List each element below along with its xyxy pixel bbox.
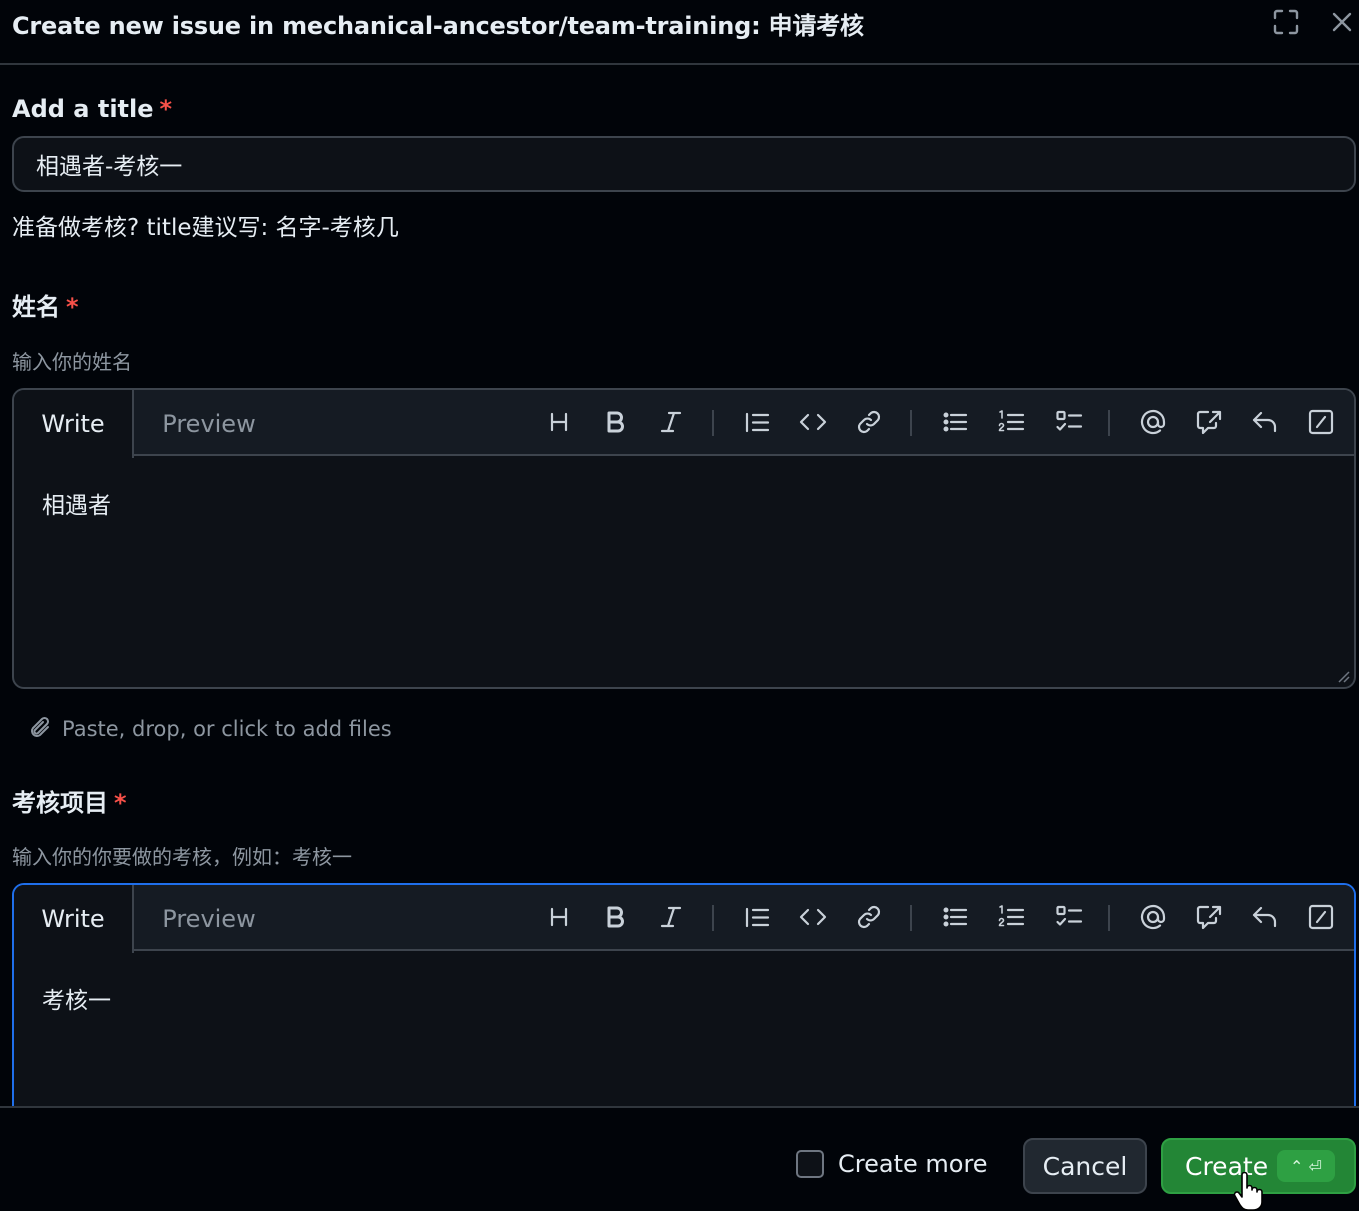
reply-icon[interactable] <box>1250 407 1280 437</box>
bulleted-list-icon[interactable] <box>940 902 970 932</box>
project-label-text: 考核项目 <box>12 789 108 817</box>
paperclip-icon <box>31 716 50 737</box>
code-icon[interactable] <box>798 407 828 437</box>
resize-handle-icon[interactable] <box>1334 667 1350 683</box>
name-textarea[interactable]: 相遇者 <box>42 486 111 520</box>
fullscreen-icon[interactable] <box>1272 8 1300 36</box>
bold-icon[interactable] <box>600 902 630 932</box>
attach-files-text: Paste, drop, or click to add files <box>62 717 392 741</box>
project-textarea[interactable]: 考核一 <box>42 981 111 1015</box>
toolbar-divider <box>1108 905 1110 931</box>
slash-command-icon[interactable] <box>1306 407 1336 437</box>
name-label-text: 姓名 <box>12 293 60 321</box>
toolbar-divider <box>1108 410 1110 436</box>
mention-icon[interactable] <box>1138 902 1168 932</box>
slash-command-icon[interactable] <box>1306 902 1336 932</box>
toolbar-divider <box>910 905 912 931</box>
required-mark: * <box>66 293 79 321</box>
project-description: 输入你的你要做的考核，例如：考核一 <box>12 845 352 869</box>
title-label: Add a title * <box>12 95 172 123</box>
tab-preview[interactable]: Preview <box>134 885 284 953</box>
toolbar-divider <box>712 905 714 931</box>
quote-icon[interactable] <box>742 407 772 437</box>
italic-icon[interactable] <box>656 902 686 932</box>
link-icon[interactable] <box>854 902 884 932</box>
bold-icon[interactable] <box>600 407 630 437</box>
mention-icon[interactable] <box>1138 407 1168 437</box>
create-more-checkbox[interactable] <box>796 1150 824 1178</box>
title-input[interactable] <box>12 136 1356 192</box>
heading-icon[interactable] <box>544 407 574 437</box>
reference-icon[interactable] <box>1194 407 1224 437</box>
name-description: 输入你的姓名 <box>12 350 132 374</box>
italic-icon[interactable] <box>656 407 686 437</box>
tab-write[interactable]: Write <box>14 390 134 458</box>
numbered-list-icon[interactable] <box>996 902 1026 932</box>
toolbar-divider <box>712 410 714 436</box>
bulleted-list-icon[interactable] <box>940 407 970 437</box>
name-label: 姓名 * <box>12 287 79 322</box>
reference-icon[interactable] <box>1194 902 1224 932</box>
project-editor[interactable]: Write Preview 考核一 <box>12 883 1356 1123</box>
link-icon[interactable] <box>854 407 884 437</box>
close-icon[interactable] <box>1328 8 1356 36</box>
quote-icon[interactable] <box>742 902 772 932</box>
reply-icon[interactable] <box>1250 902 1280 932</box>
name-editor[interactable]: Write Preview 相遇者 <box>12 388 1356 689</box>
heading-icon[interactable] <box>544 902 574 932</box>
title-hint: 准备做考核? title建议写: 名字-考核几 <box>12 215 399 241</box>
numbered-list-icon[interactable] <box>996 407 1026 437</box>
required-mark: * <box>114 789 127 817</box>
title-label-text: Add a title <box>12 95 154 123</box>
dialog-footer: Create more Cancel Create ⌃ ⏎ <box>0 1106 1359 1211</box>
code-icon[interactable] <box>798 902 828 932</box>
dialog-title: Create new issue in mechanical-ancestor/… <box>12 12 864 40</box>
cancel-button[interactable]: Cancel <box>1023 1138 1147 1194</box>
tab-preview[interactable]: Preview <box>134 390 284 458</box>
project-label: 考核项目 * <box>12 783 127 818</box>
required-mark: * <box>159 95 173 123</box>
tab-write[interactable]: Write <box>14 885 134 953</box>
toolbar-divider <box>910 410 912 436</box>
task-list-icon[interactable] <box>1054 407 1084 437</box>
task-list-icon[interactable] <box>1054 902 1084 932</box>
keyboard-shortcut-badge: ⌃ ⏎ <box>1277 1150 1335 1182</box>
dialog-header: Create new issue in mechanical-ancestor/… <box>0 0 1359 65</box>
attach-files-button[interactable]: Paste, drop, or click to add files <box>28 714 392 744</box>
create-issue-dialog: Create new issue in mechanical-ancestor/… <box>0 0 1359 1211</box>
create-more-toggle[interactable]: Create more <box>796 1150 988 1178</box>
hand-pointer-cursor-icon <box>1233 1172 1263 1211</box>
create-more-label: Create more <box>838 1150 988 1178</box>
